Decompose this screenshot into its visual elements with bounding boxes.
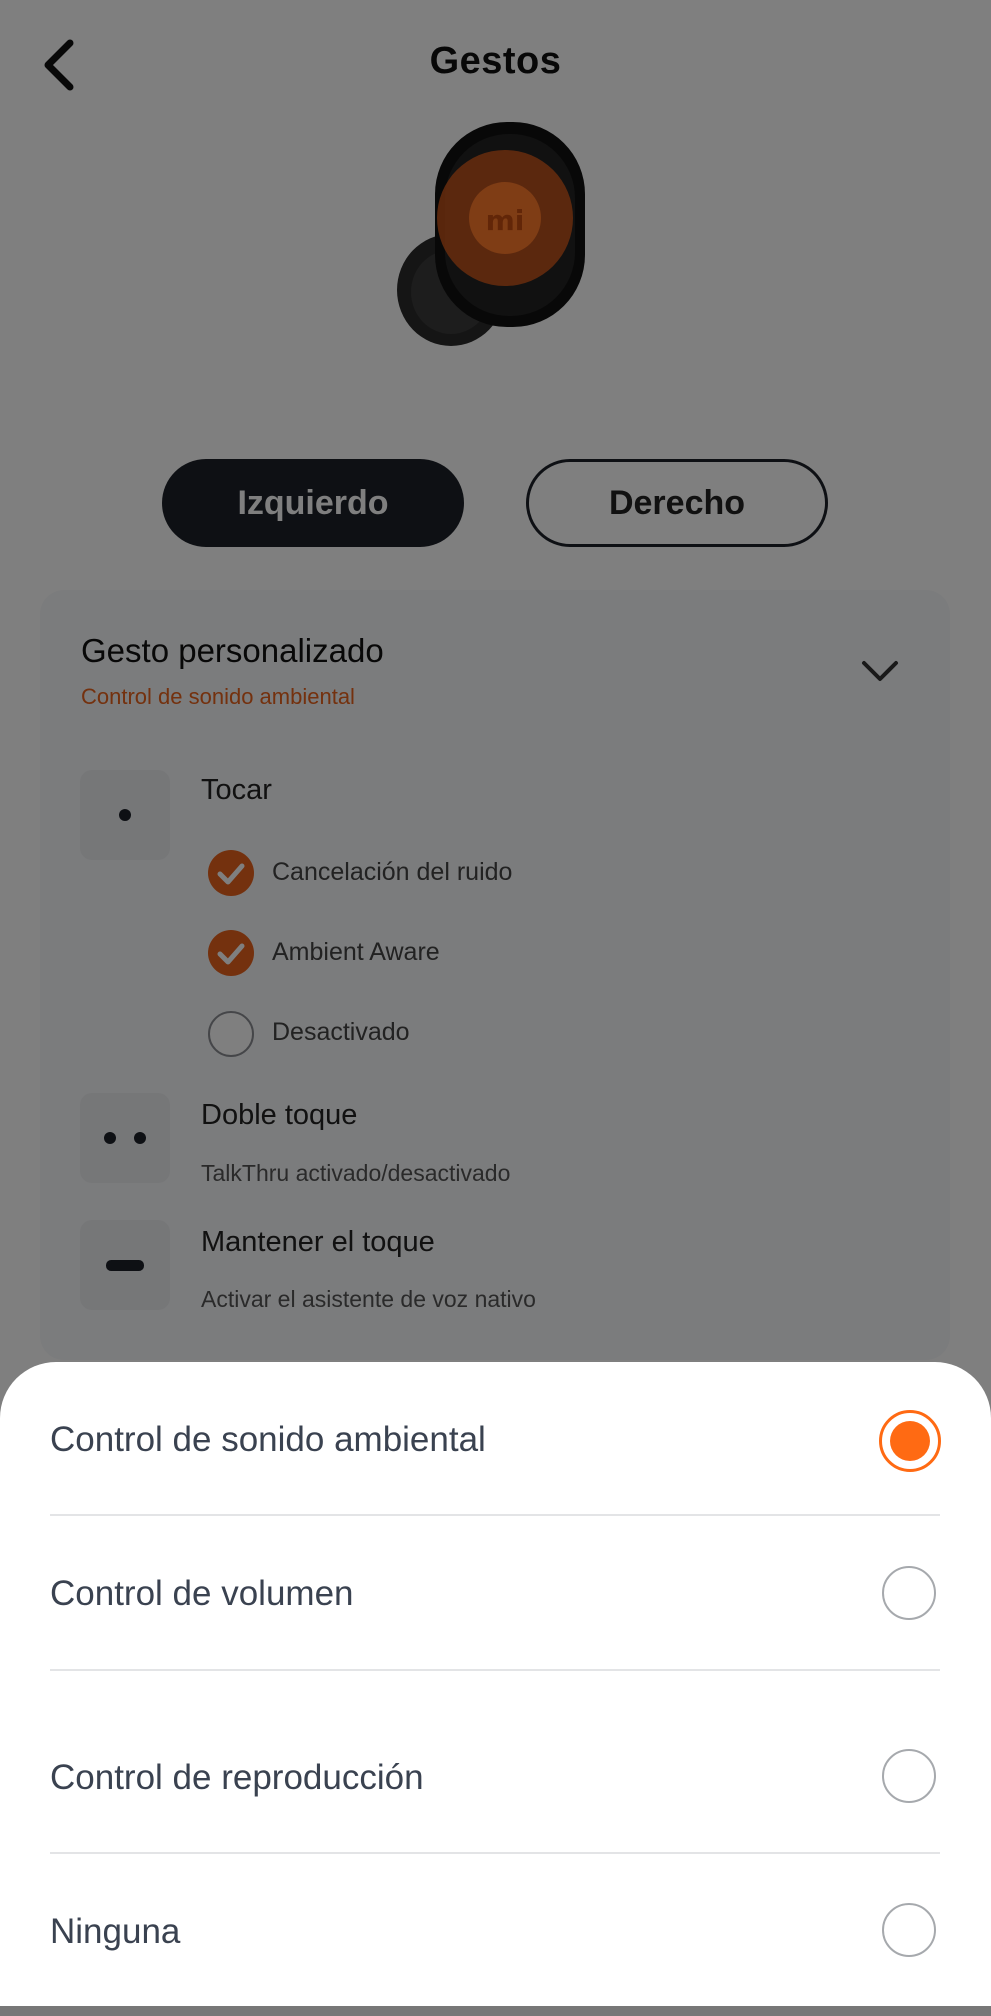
gestures-screen: Gestos mi Izquierdo Derecho Gesto person… (0, 0, 991, 2016)
sheet-option-none[interactable]: Ninguna (50, 1912, 940, 1952)
divider (50, 1669, 940, 1671)
divider (50, 1852, 940, 1854)
sheet-option-playback[interactable]: Control de reproducción (50, 1758, 940, 1798)
sheet-option-volume[interactable]: Control de volumen (50, 1574, 940, 1614)
radio-unselected-icon[interactable] (882, 1903, 936, 1957)
divider (50, 1514, 940, 1516)
sheet-option-label: Ninguna (50, 1912, 181, 1951)
sheet-option-label: Control de reproducción (50, 1758, 424, 1797)
radio-unselected-icon[interactable] (882, 1749, 936, 1803)
radio-selected-icon[interactable] (879, 1410, 941, 1472)
sheet-option-label: Control de volumen (50, 1574, 354, 1613)
sheet-option-ambient[interactable]: Control de sonido ambiental (50, 1420, 940, 1460)
sheet-option-label: Control de sonido ambiental (50, 1420, 486, 1459)
nav-bar-edge (0, 2006, 991, 2016)
radio-unselected-icon[interactable] (882, 1566, 936, 1620)
